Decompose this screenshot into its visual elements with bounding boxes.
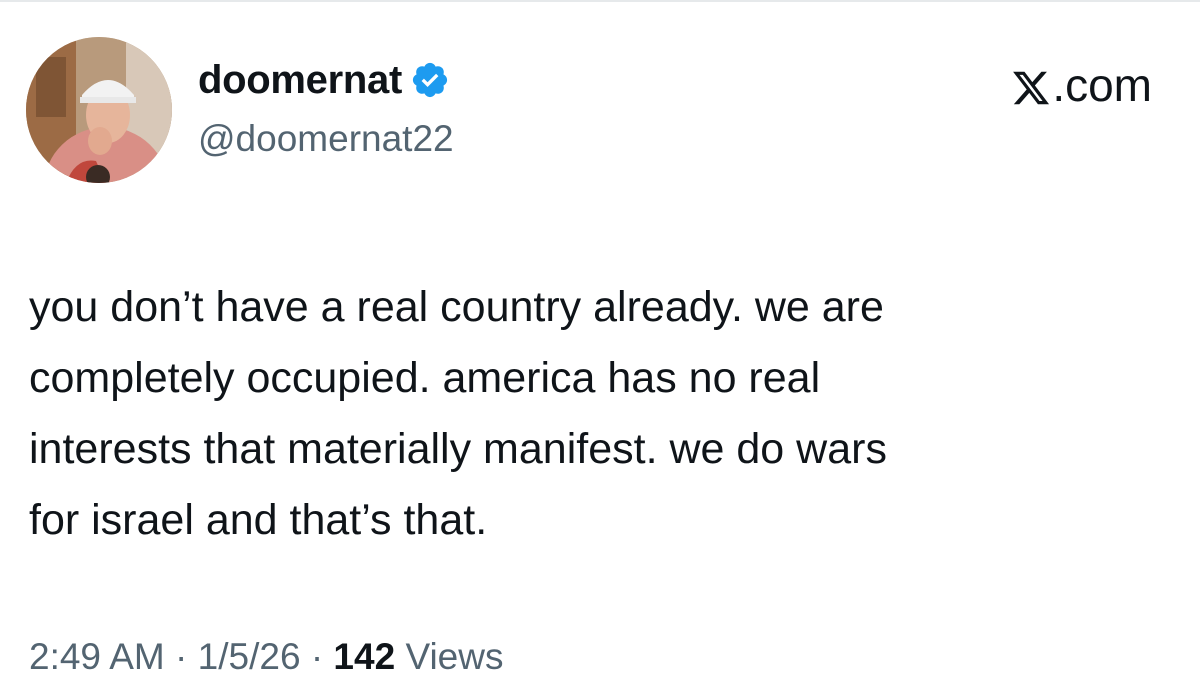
site-label: .com: [1011, 58, 1152, 112]
author-handle[interactable]: @doomernat22: [198, 118, 454, 160]
avatar[interactable]: [26, 37, 172, 183]
x-logo-icon: [1011, 65, 1051, 105]
meta-separator: ·: [310, 636, 324, 677]
meta-separator: ·: [175, 636, 188, 677]
verified-badge-icon: [410, 60, 450, 100]
top-divider: [0, 0, 1200, 2]
views-count: 142: [333, 636, 396, 677]
avatar-photo: [26, 37, 172, 183]
tweet-time[interactable]: 2:49 AM: [29, 636, 165, 677]
author-name-row[interactable]: doomernat: [198, 55, 450, 105]
tweet-date[interactable]: 1/5/26: [198, 636, 301, 677]
views-label: Views: [405, 636, 504, 677]
tweet-text: you don’t have a real country already. w…: [29, 283, 887, 544]
display-name[interactable]: doomernat: [198, 58, 402, 103]
tweet-meta: 2:49 AM · 1/5/26 · 142 Views: [29, 636, 503, 678]
site-domain: .com: [1052, 59, 1152, 111]
